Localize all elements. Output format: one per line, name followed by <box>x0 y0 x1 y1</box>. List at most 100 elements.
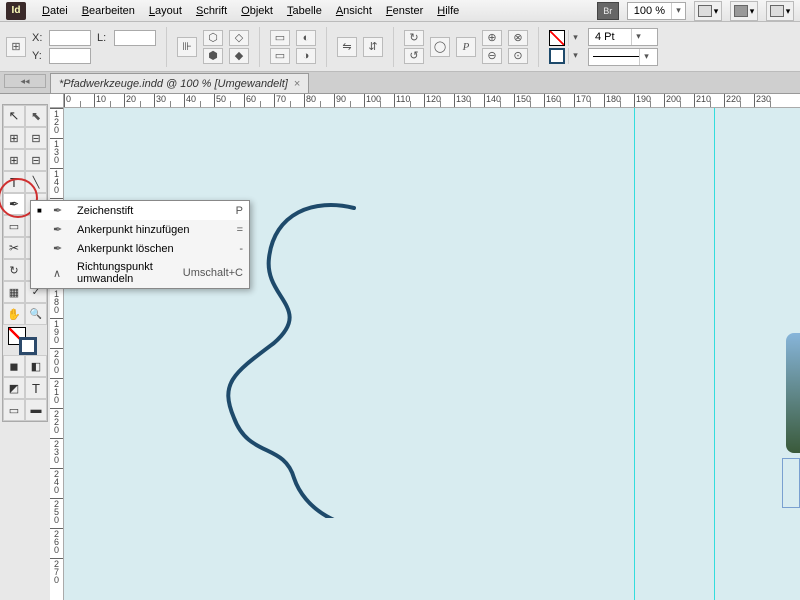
view-mode-dropdown[interactable] <box>694 1 722 21</box>
flip-v-icon[interactable]: ⇵ <box>363 37 383 57</box>
partial-frame-edge[interactable] <box>782 458 800 508</box>
stroke-dropdown-icon[interactable] <box>568 48 582 64</box>
normal-view-icon[interactable]: ▭ <box>3 399 25 421</box>
flyout-conv-icon: ∧ <box>53 267 69 280</box>
canvas[interactable] <box>64 108 800 600</box>
rectangle-frame-tool[interactable] <box>3 215 25 237</box>
stroke-swatch[interactable] <box>549 48 565 64</box>
fill-dropdown-icon[interactable] <box>568 30 582 46</box>
menu-bearbeiten[interactable]: Bearbeiten <box>76 3 141 19</box>
anchor-icon-2[interactable]: ⬢ <box>203 48 223 64</box>
ruler-tick: 230 <box>50 438 63 468</box>
menu-layout[interactable]: Layout <box>143 3 188 19</box>
ruler-tick: 240 <box>50 468 63 498</box>
content-placer-tool[interactable]: ⊟ <box>25 149 47 171</box>
path-op-3[interactable]: ◐ <box>296 30 316 46</box>
ruler-vertical[interactable]: 1201301401501601701801902002102202302402… <box>50 108 64 600</box>
stroke-style-combo[interactable] <box>588 48 658 66</box>
fill-swatch[interactable] <box>549 30 565 46</box>
convert-icon-1[interactable]: ◇ <box>229 30 249 46</box>
menu-hilfe[interactable]: Hilfe <box>431 3 465 19</box>
arrange-dropdown[interactable] <box>766 1 794 21</box>
flyout-item-label: Zeichenstift <box>77 205 228 217</box>
menu-ansicht[interactable]: Ansicht <box>330 3 378 19</box>
document-tab[interactable]: *Pfadwerkzeuge.indd @ 100 % [Umgewandelt… <box>50 73 309 93</box>
guide-vertical-1[interactable] <box>634 108 635 600</box>
flyout-item-plus[interactable]: ✒Ankerpunkt hinzufügen= <box>31 220 249 239</box>
flyout-item-pen[interactable]: ■✒ZeichenstiftP <box>31 201 249 220</box>
align-icon-1[interactable]: ⊪ <box>177 37 197 57</box>
zoom-value: 100 % <box>628 5 671 17</box>
path-op-1[interactable]: ▭ <box>270 30 290 46</box>
ruler-tick: 140 <box>50 168 63 198</box>
tab-close-icon[interactable]: × <box>294 78 300 90</box>
app-icon: Id <box>6 2 26 20</box>
type-tool[interactable] <box>3 171 25 193</box>
ruler-tick: 180 <box>604 94 634 107</box>
effects-icon[interactable]: ◯ <box>430 37 450 57</box>
apply-color-icon[interactable]: ◼ <box>3 355 25 377</box>
menu-schrift[interactable]: Schrift <box>190 3 233 19</box>
path-op-2[interactable]: ▭ <box>270 48 290 64</box>
ruler-tick: 140 <box>484 94 514 107</box>
menu-tabelle[interactable]: Tabelle <box>281 3 328 19</box>
menu-objekt[interactable]: Objekt <box>235 3 279 19</box>
ruler-horizontal[interactable]: 0102030405060708090100110120130140150160… <box>64 94 800 108</box>
zoom-combo[interactable]: 100 % <box>627 2 686 20</box>
pen-tool[interactable] <box>3 193 25 215</box>
panel-collapse-button[interactable]: ◂◂ <box>4 74 46 88</box>
l-input[interactable] <box>114 30 156 46</box>
gap-tool[interactable] <box>25 127 47 149</box>
stroke-color-swatch[interactable] <box>19 337 37 355</box>
content-collector-tool[interactable]: ⊞ <box>3 149 25 171</box>
guide-vertical-2[interactable] <box>714 108 715 600</box>
zoom-tool[interactable] <box>25 303 47 325</box>
zoom-dropdown-icon[interactable] <box>671 3 685 19</box>
stroke-style-dropdown-icon[interactable] <box>639 49 653 65</box>
ruler-origin[interactable] <box>50 94 64 108</box>
control-bar: ⊞ X: Y: L: ⊪ ⬡ ⬢ ◇ ◆ ▭ ▭ ◐ ◑ ⇋ ⇵ ↻ ↺ ◯ P… <box>0 22 800 72</box>
line-tool[interactable] <box>25 171 47 193</box>
default-colors-icon[interactable]: ◩ <box>3 377 25 399</box>
ruler-tick: 270 <box>50 558 63 588</box>
flyout-item-conv[interactable]: ∧Richtungspunkt umwandelnUmschalt+C <box>31 258 249 288</box>
hand-tool[interactable] <box>3 303 25 325</box>
misc-icon-2[interactable]: ⊖ <box>482 48 502 64</box>
preview-view-icon[interactable]: ▬ <box>25 399 47 421</box>
convert-icon-2[interactable]: ◆ <box>229 48 249 64</box>
x-input[interactable] <box>49 30 91 46</box>
misc-icon-1[interactable]: ⊕ <box>482 30 502 46</box>
apply-gradient-icon[interactable]: ◧ <box>25 355 47 377</box>
page-tool[interactable] <box>3 127 25 149</box>
menu-fenster[interactable]: Fenster <box>380 3 429 19</box>
ruler-tick: 210 <box>50 378 63 408</box>
menu-datei[interactable]: Datei <box>36 3 74 19</box>
gradient-swatch-tool[interactable] <box>3 281 25 303</box>
path-op-4[interactable]: ◑ <box>296 48 316 64</box>
scissors-tool[interactable] <box>3 237 25 259</box>
flyout-item-label: Ankerpunkt löschen <box>77 243 231 255</box>
flyout-item-label: Richtungspunkt umwandeln <box>77 261 175 285</box>
direct-selection-tool[interactable] <box>25 105 47 127</box>
misc-icon-4[interactable]: ⊙ <box>508 48 528 64</box>
stroke-weight-dropdown-icon[interactable] <box>631 29 645 45</box>
rotate-tool[interactable] <box>3 259 25 281</box>
ref-point-icon[interactable]: ⊞ <box>6 37 26 57</box>
stroke-weight-combo[interactable]: 4 Pt <box>588 28 658 46</box>
ruler-tick: 200 <box>50 348 63 378</box>
formatting-text-icon[interactable] <box>25 377 47 399</box>
screen-mode-dropdown[interactable] <box>730 1 758 21</box>
color-swatch-pair[interactable] <box>3 325 47 355</box>
misc-icon-3[interactable]: ⊗ <box>508 30 528 46</box>
textwrap-1[interactable]: ↻ <box>404 30 424 46</box>
selection-tool[interactable] <box>3 105 25 127</box>
ruler-tick: 90 <box>334 94 364 107</box>
anchor-icon-1[interactable]: ⬡ <box>203 30 223 46</box>
placeholder-p-icon[interactable]: P <box>456 37 476 57</box>
menu-bar: Id Datei Bearbeiten Layout Schrift Objek… <box>0 0 800 22</box>
flyout-item-minus[interactable]: ✒Ankerpunkt löschen- <box>31 239 249 258</box>
y-input[interactable] <box>49 48 91 64</box>
textwrap-2[interactable]: ↺ <box>404 48 424 64</box>
flip-h-icon[interactable]: ⇋ <box>337 37 357 57</box>
bridge-button[interactable]: Br <box>597 2 619 20</box>
